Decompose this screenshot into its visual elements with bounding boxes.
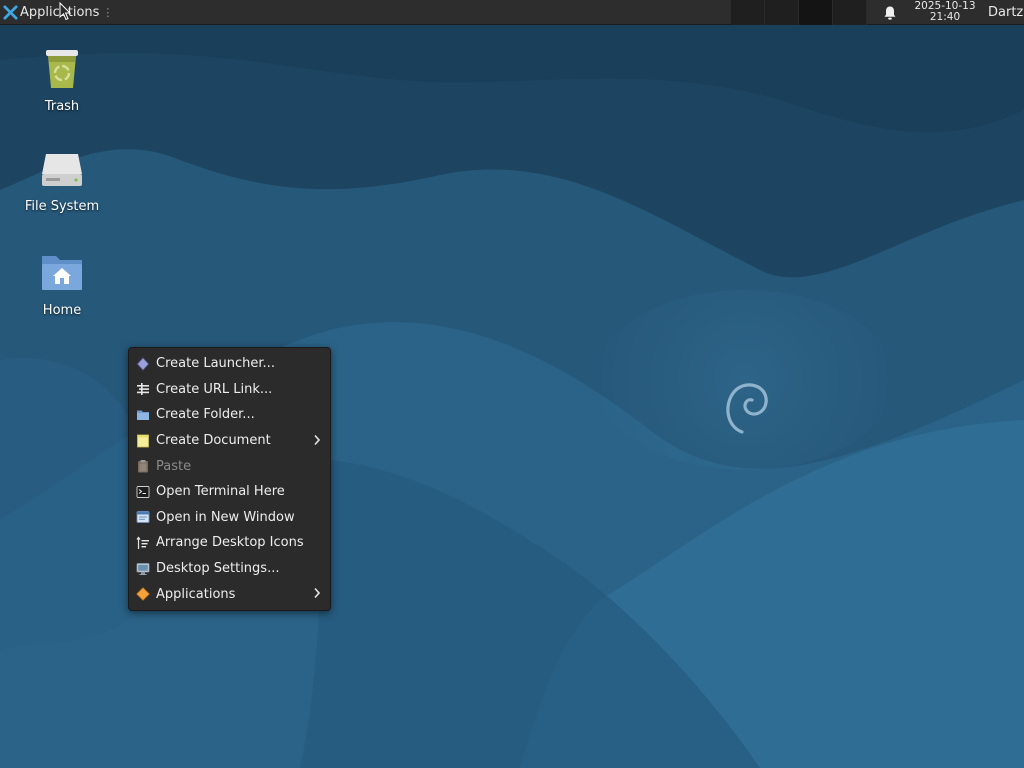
menu-item-label: Arrange Desktop Icons	[156, 535, 304, 551]
workspace-3[interactable]	[799, 0, 833, 25]
menu-item-open-terminal-here[interactable]: Open Terminal Here	[129, 479, 330, 505]
applications-icon	[136, 587, 150, 601]
launcher-icon	[136, 357, 150, 371]
workspace-switcher	[731, 0, 867, 25]
menu-item-label: Create Document	[156, 433, 271, 449]
home-folder-icon	[42, 256, 82, 290]
menu-item-label: Open Terminal Here	[156, 484, 285, 500]
trash-icon	[46, 50, 78, 88]
chevron-right-icon	[314, 434, 321, 445]
desktop-context-menu: Create Launcher... Create URL Link... Cr…	[128, 347, 331, 611]
desktop-icon-label: File System	[24, 199, 100, 214]
user-menu[interactable]: Dartz	[988, 0, 1023, 25]
workspace-2[interactable]	[765, 0, 799, 25]
menu-item-label: Create Folder...	[156, 407, 255, 423]
xfce-logo-icon	[3, 5, 18, 20]
chevron-right-icon	[314, 588, 321, 599]
menu-item-applications[interactable]: Applications	[129, 581, 330, 607]
menu-item-label: Create Launcher...	[156, 356, 275, 372]
panel-handle-icon[interactable]: ⋮	[102, 6, 113, 19]
menu-item-paste[interactable]: Paste	[129, 453, 330, 479]
menu-item-create-folder[interactable]: Create Folder...	[129, 402, 330, 428]
new-window-icon	[136, 511, 150, 524]
menu-item-open-in-new-window[interactable]: Open in New Window	[129, 505, 330, 531]
applications-menu-button[interactable]: Applications ⋮	[0, 0, 113, 25]
desktop-icon-label: Home	[42, 303, 82, 318]
menu-item-label: Open in New Window	[156, 509, 295, 525]
menu-item-label: Paste	[156, 458, 192, 474]
desktop-settings-icon	[136, 562, 150, 575]
url-link-icon	[137, 383, 149, 396]
paste-icon	[138, 460, 148, 473]
desktop-icon-file-system[interactable]: File System	[16, 148, 108, 214]
menu-item-label: Create URL Link...	[156, 381, 273, 397]
menu-item-create-launcher[interactable]: Create Launcher...	[129, 351, 330, 377]
folder-icon	[137, 410, 149, 420]
mouse-cursor-icon	[59, 2, 71, 21]
menu-item-arrange-desktop-icons[interactable]: Arrange Desktop Icons	[129, 530, 330, 556]
bell-icon[interactable]	[881, 4, 899, 22]
desktop-icon-trash[interactable]: Trash	[16, 44, 108, 114]
terminal-icon	[136, 485, 150, 498]
document-icon	[137, 434, 149, 447]
workspace-1[interactable]	[731, 0, 765, 25]
menu-item-desktop-settings[interactable]: Desktop Settings...	[129, 556, 330, 582]
clock[interactable]: 2025-10-13 21:40	[906, 1, 984, 24]
menu-item-label: Desktop Settings...	[156, 561, 280, 577]
arrange-icon	[136, 536, 149, 549]
menu-item-label: Applications	[156, 586, 236, 602]
menu-item-create-document[interactable]: Create Document	[129, 428, 330, 454]
desktop-icon-home[interactable]: Home	[16, 250, 108, 318]
desktop-icon-label: Trash	[44, 99, 80, 114]
top-panel: Applications ⋮ 2025-10-13 21:40 Dartz	[0, 0, 1024, 25]
clock-time: 21:40	[929, 11, 961, 23]
workspace-4[interactable]	[833, 0, 867, 25]
menu-item-create-url-link[interactable]: Create URL Link...	[129, 377, 330, 403]
drive-icon	[42, 154, 82, 186]
